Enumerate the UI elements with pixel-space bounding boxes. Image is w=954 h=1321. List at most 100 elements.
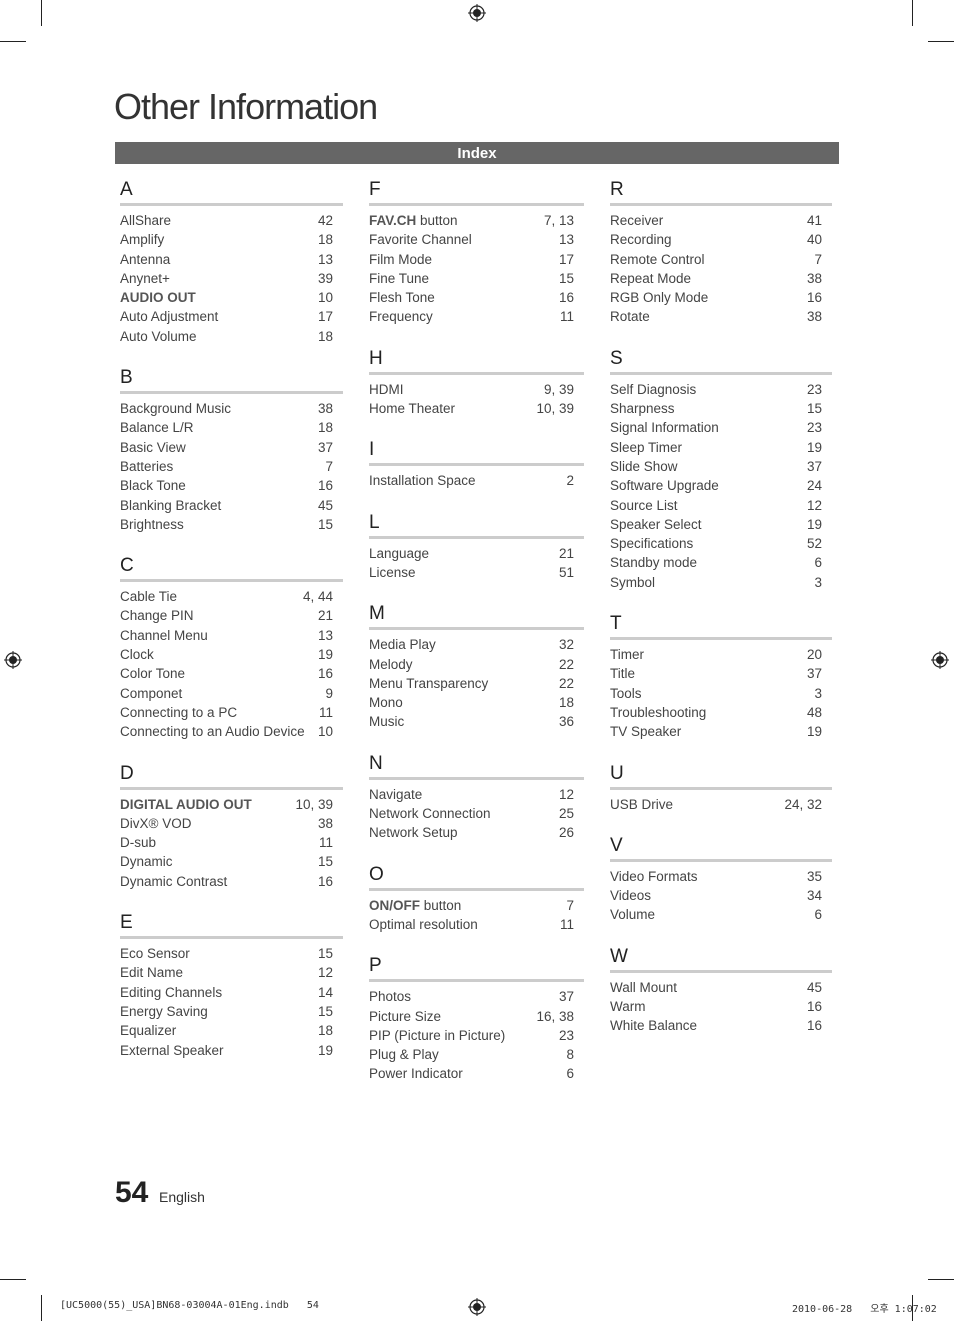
- entry-pages: 16: [317, 873, 333, 889]
- index-entry: License 51: [369, 563, 584, 582]
- entry-term: Brightness: [120, 515, 184, 534]
- entry-pages: 11: [318, 835, 333, 851]
- entry-term-text: DivX® VOD: [120, 815, 192, 831]
- section-letter: V: [610, 834, 623, 856]
- index-entry: Troubleshooting 48: [610, 703, 832, 722]
- entry-pages: 38: [806, 270, 822, 286]
- entry-pages: 20: [806, 647, 822, 663]
- index-entry: Dynamic 15: [120, 852, 343, 871]
- entry-term-text: Editing Channels: [120, 984, 223, 1000]
- index-entry: Remote Control 7: [610, 250, 832, 269]
- entry-pages: 22: [558, 656, 574, 672]
- index-entry: Equalizer 18: [120, 1021, 343, 1040]
- entry-term: Anynet+: [120, 269, 170, 288]
- entry-term-text: Slide Show: [610, 458, 678, 474]
- entry-term-text: Wall Mount: [610, 979, 678, 995]
- entry-pages: 38: [806, 309, 822, 325]
- index-entry: Videos 34: [610, 886, 832, 905]
- entry-pages: 24: [806, 478, 822, 494]
- section-divider: [369, 979, 584, 983]
- section-divider: [610, 858, 832, 862]
- section-divider: [610, 203, 832, 206]
- entry-term: License: [369, 563, 416, 582]
- entry-term: Repeat Mode: [610, 269, 691, 288]
- entry-pages: 10, 39: [536, 401, 574, 417]
- section-divider: [369, 887, 584, 891]
- entry-pages: 3: [814, 574, 822, 590]
- entry-term: Flesh Tone: [369, 288, 435, 307]
- entry-term-text: Antenna: [120, 251, 171, 267]
- entry-pages: 37: [558, 989, 574, 1005]
- entry-pages: 12: [558, 786, 574, 802]
- index-entry: Wall Mount 45: [610, 978, 832, 997]
- entry-pages: 9: [325, 685, 333, 701]
- entry-term-text: Cable Tie: [120, 589, 178, 605]
- entry-pages: 18: [317, 328, 333, 344]
- index-entry: Frequency 11: [369, 307, 584, 326]
- section-letter: E: [120, 912, 133, 934]
- entry-term-text: Clock: [120, 647, 154, 663]
- entry-term-text: Navigate: [369, 786, 423, 802]
- index-entry: Signal Information 23: [610, 418, 832, 437]
- entry-pages: 38: [317, 815, 333, 831]
- entry-term-bold: AUDIO OUT: [120, 290, 196, 306]
- index-entry: Language 21: [369, 544, 584, 563]
- entry-term-text: Amplify: [120, 232, 165, 248]
- index-section: W Wall Mount 45 Warm 16 White Balance 16: [610, 945, 832, 1036]
- index-entry: Mono 18: [369, 693, 584, 712]
- entry-term: Wall Mount: [610, 978, 677, 997]
- entry-term-text: Balance L/R: [120, 420, 194, 436]
- index-entry: Source List 12: [610, 496, 832, 515]
- index-column-3: R Receiver 41 Recording 40 Remote Control 7 Rep…: [610, 178, 832, 1036]
- entry-pages: 6: [814, 555, 822, 571]
- index-entry: Antenna 13: [120, 250, 343, 269]
- index-entry: Self Diagnosis 23: [610, 380, 832, 399]
- index-entry: Media Play 32: [369, 635, 584, 654]
- entry-pages: 51: [558, 564, 574, 580]
- entry-term-text: Volume: [610, 907, 656, 923]
- entry-pages: 19: [806, 439, 822, 455]
- index-entry: DivX® VOD 38: [120, 814, 343, 833]
- entry-term: Blanking Bracket: [120, 496, 221, 515]
- section-letter: F: [369, 179, 381, 200]
- index-entry: Brightness 15: [120, 515, 343, 534]
- section-divider: [369, 463, 584, 467]
- entry-pages: 17: [558, 251, 574, 267]
- entry-term: Videos: [610, 886, 651, 905]
- entry-term: Speaker Select: [610, 515, 702, 534]
- index-entry: Recording 40: [610, 230, 832, 249]
- entry-pages: 13: [317, 627, 333, 643]
- crop-mark: [0, 41, 26, 42]
- entry-pages: 17: [317, 309, 333, 325]
- section-divider: [120, 579, 343, 583]
- entry-term: Antenna: [120, 250, 170, 269]
- entry-term: RGB Only Mode: [610, 288, 708, 307]
- section-divider: [120, 936, 343, 940]
- entry-term-text: AllShare: [120, 213, 172, 228]
- entry-pages: 18: [317, 232, 333, 248]
- entry-term: Title: [610, 664, 635, 683]
- entry-term-text: Speaker Select: [610, 516, 702, 532]
- index-entry: Clock 19: [120, 645, 343, 664]
- entry-term-text: Componet: [120, 685, 183, 701]
- index-entry: Optimal resolution 11: [369, 915, 584, 934]
- entry-term: Software Upgrade: [610, 476, 719, 495]
- entry-term-text: Sleep Timer: [610, 439, 683, 455]
- entry-term: Channel Menu: [120, 626, 208, 645]
- entry-term: Equalizer: [120, 1021, 176, 1040]
- entry-term: Volume: [610, 905, 655, 924]
- entry-pages: 8: [566, 1047, 574, 1063]
- entry-term: AUDIO OUT: [120, 288, 196, 307]
- index-section: I Installation Space 2: [369, 438, 584, 490]
- entry-term: White Balance: [610, 1016, 697, 1035]
- index-entry: Power Indicator 6: [369, 1064, 584, 1083]
- entry-term: Dynamic Contrast: [120, 872, 227, 891]
- entry-term: Energy Saving: [120, 1002, 208, 1021]
- entry-term-text: Photos: [369, 989, 412, 1005]
- index-entry: Change PIN 21: [120, 606, 343, 625]
